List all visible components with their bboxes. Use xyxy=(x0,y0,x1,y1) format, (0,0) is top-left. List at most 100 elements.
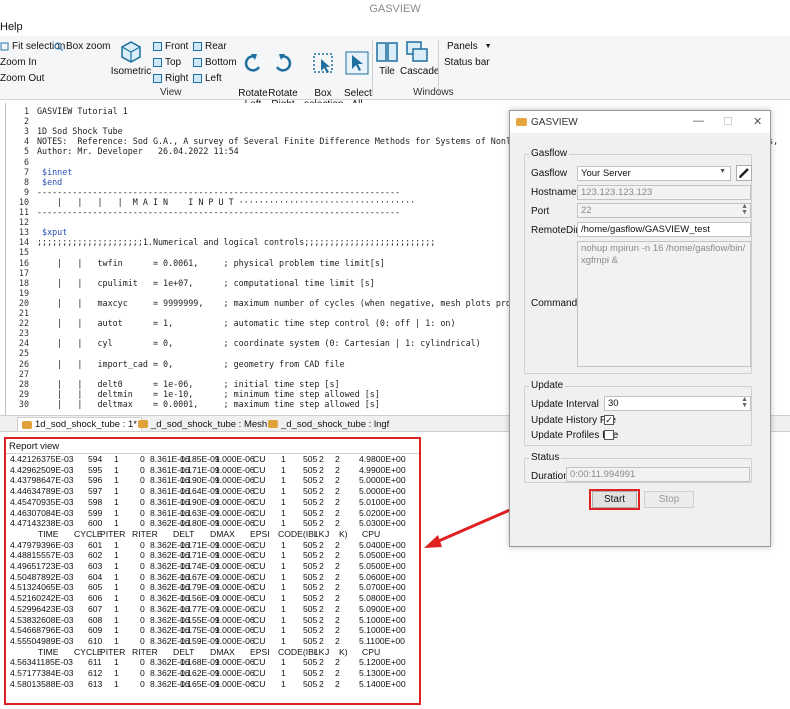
tab-lngf[interactable]: _d_sod_shock_tube : lngf xyxy=(264,417,393,431)
spinner-arrows-icon[interactable]: ▲ ▼ xyxy=(741,397,748,409)
line-number: 19 xyxy=(18,287,29,298)
report-cell: 2 xyxy=(335,668,340,678)
commands-textarea[interactable]: nohup mpirun -n 16 /home/gasflow/bin/ xg… xyxy=(577,241,751,367)
view-right-button[interactable]: Right xyxy=(153,73,188,84)
tile-button[interactable]: Tile xyxy=(375,40,399,77)
start-button[interactable]: Start xyxy=(592,491,637,508)
gasview-logo-icon xyxy=(516,118,527,126)
report-cell: 1 xyxy=(281,635,286,646)
report-cell: 600 xyxy=(88,518,103,529)
report-cell: 4.55504989E-03 xyxy=(10,635,74,646)
minimize-icon[interactable]: — xyxy=(693,115,704,127)
view-front-button[interactable]: Front xyxy=(153,41,188,52)
view-rear-label: Rear xyxy=(205,41,227,52)
hostname-field[interactable] xyxy=(577,185,751,200)
report-cell: 1.000E-06 xyxy=(215,561,255,571)
line-number: 27 xyxy=(18,368,29,379)
code-text: | | cpulimit = 1e+07, ; computational ti… xyxy=(37,277,375,288)
report-cell: 1 xyxy=(281,475,286,486)
tile-label: Tile xyxy=(379,66,395,77)
close-icon[interactable]: ✕ xyxy=(753,115,762,128)
report-cell: 4.46307084E-03 xyxy=(10,507,74,518)
cursor-icon xyxy=(345,51,369,75)
report-cell: 505 xyxy=(303,668,318,678)
report-cell: 1.171E-09 xyxy=(180,550,220,561)
box-zoom-button[interactable]: Box zoom xyxy=(54,41,110,52)
port-field[interactable]: 22 ▲ ▼ xyxy=(577,203,751,218)
maximize-icon[interactable]: ☐ xyxy=(723,115,733,128)
cascade-label: Cascade xyxy=(400,66,440,77)
rotate-left-icon xyxy=(241,51,265,75)
report-cell: 505 xyxy=(303,593,318,604)
gasflow-select-value: Your Server xyxy=(581,168,631,179)
update-profiles-checkbox[interactable] xyxy=(604,430,614,440)
rotate-right-button[interactable]: Rotate Right xyxy=(268,40,298,110)
stop-button[interactable]: Stop xyxy=(644,491,694,508)
update-interval-value: 30 xyxy=(608,398,619,409)
report-cell: 1 xyxy=(281,496,286,507)
report-cell: 603 xyxy=(88,561,103,571)
report-cell: 1.171E-09 xyxy=(180,539,220,550)
report-cell: 505 xyxy=(303,603,318,614)
hostname-label: Hostname xyxy=(531,187,577,198)
report-header-cell: TIME xyxy=(38,528,59,539)
box-zoom-label: Box zoom xyxy=(66,41,111,52)
remotedir-field[interactable] xyxy=(577,222,751,237)
edit-server-button[interactable] xyxy=(736,165,752,181)
spinner-arrows-icon[interactable]: ▲ ▼ xyxy=(741,204,748,216)
fit-selection-icon xyxy=(0,42,9,51)
update-history-checkbox[interactable]: ✓ xyxy=(604,415,614,425)
pencil-icon xyxy=(737,168,751,183)
report-cell: 1 xyxy=(114,625,119,636)
view-top-button[interactable]: Top xyxy=(153,57,181,68)
line-number: 10 xyxy=(18,196,29,207)
tab-mesh[interactable]: _d_sod_shock_tube : Mesh xyxy=(134,417,271,431)
report-cell: 1.190E-09 xyxy=(180,496,220,507)
tab-1d-sod[interactable]: 1d_sod_shock_tube : 1* xyxy=(17,417,142,431)
box-selection-button[interactable]: Box selection xyxy=(304,40,343,110)
report-cell: 2 xyxy=(335,550,340,561)
rotate-left-button[interactable]: Rotate Left xyxy=(238,40,268,110)
report-header-cell: DMAX xyxy=(210,528,235,539)
zoom-out-button[interactable]: Zoom Out xyxy=(0,73,44,84)
report-header-cell: J xyxy=(325,528,330,539)
report-cell: 0 xyxy=(140,625,145,636)
tab-label: _d_sod_shock_tube : lngf xyxy=(281,418,390,430)
code-text: ----------------------------------------… xyxy=(37,207,401,217)
report-cell: 601 xyxy=(88,539,103,550)
isometric-button[interactable]: Isometric xyxy=(110,40,152,77)
gasflow-icon xyxy=(22,420,32,429)
view-bottom-button[interactable]: Bottom xyxy=(193,57,237,68)
zoom-in-button[interactable]: Zoom In xyxy=(0,57,37,68)
report-cell: 505 xyxy=(303,561,318,571)
report-cell: 1.167E-09 xyxy=(180,571,220,582)
report-cell: 2 xyxy=(319,614,324,625)
report-cell: 1 xyxy=(281,668,286,678)
update-interval-field[interactable]: 30 ▲ ▼ xyxy=(604,396,751,411)
view-rear-button[interactable]: Rear xyxy=(193,41,227,52)
report-cell: 0 xyxy=(140,486,145,497)
menu-help[interactable]: Help xyxy=(0,21,23,33)
report-cell: 1 xyxy=(281,507,286,518)
report-cell: 1.000E-06 xyxy=(215,475,255,486)
select-all-button[interactable]: Select All xyxy=(344,40,372,110)
code-text: $end xyxy=(37,176,63,187)
dialog-title-bar: GASVIEW — ☐ ✕ xyxy=(510,111,770,133)
status-bar-toggle[interactable]: Status bar xyxy=(444,57,490,68)
cube-top-icon xyxy=(153,58,162,67)
view-bottom-label: Bottom xyxy=(205,57,237,68)
gasflow-select[interactable]: Your Server ▼ xyxy=(577,166,731,181)
report-cell: 1.000E-06 xyxy=(215,507,255,518)
commands-label: Commands xyxy=(531,298,583,309)
report-view[interactable]: Report view 4.42126375E-03 594 1 0 8.361E-06… xyxy=(4,437,421,705)
view-left-button[interactable]: Left xyxy=(193,73,222,84)
panels-dropdown[interactable]: Panels ▼ xyxy=(447,41,492,52)
report-cell: 1 xyxy=(114,539,119,550)
report-cell: 0 xyxy=(140,571,145,582)
cascade-button[interactable]: Cascade xyxy=(400,40,439,77)
report-header-cell: DMAX xyxy=(210,646,235,657)
code-text: | | autot = 1, ; automatic time step con… xyxy=(37,318,456,329)
code-text: | | cyl = 0, ; coordinate system (0: Car… xyxy=(37,338,481,349)
report-cell: 4.53832608E-03 xyxy=(10,614,74,625)
report-cell: 1.179E-09 xyxy=(180,582,220,593)
